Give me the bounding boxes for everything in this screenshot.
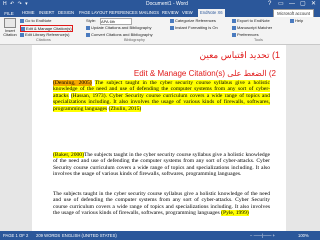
title-bar: H ↶ ↷ ▾ Document1 - Word ? ▭ — ▢ ✕ <box>0 0 320 9</box>
update-icon <box>86 25 90 30</box>
window-title: Document1 - Word <box>146 1 188 7</box>
tab-file[interactable]: FILE <box>0 9 18 17</box>
preferences-label: Preferences <box>237 32 259 37</box>
group-label-tools: Tools <box>254 38 263 42</box>
style-label: Style: <box>86 18 97 23</box>
library-icon <box>20 32 24 37</box>
manuscript-label: Manuscript Matcher <box>237 25 273 30</box>
edit-manage-citations-label: Edit & Manage Citation(s) <box>26 26 72 31</box>
tab-home[interactable]: HOME <box>22 10 35 15</box>
tab-view[interactable]: VIEW <box>182 10 193 15</box>
tab-review[interactable]: REVIEW <box>162 10 179 15</box>
paragraph-1[interactable]: (Denning, 2005) The subject taught in th… <box>53 80 270 112</box>
manuscript-icon <box>232 25 236 30</box>
preferences-button[interactable]: Preferences <box>232 32 259 37</box>
document-margin-right <box>286 45 320 231</box>
help-book-icon <box>290 18 294 23</box>
insert-citation-button[interactable]: Insert Citation <box>2 18 18 37</box>
citation-pyle[interactable]: (Pyle, 1999) <box>221 210 249 217</box>
instant-formatting-button[interactable]: Instant Formatting is On <box>170 25 218 30</box>
zoom-slider[interactable]: − ——|—— + <box>250 233 275 238</box>
minimize-icon[interactable]: — <box>289 1 295 7</box>
edit-manage-citations-button[interactable]: Edit & Manage Citation(s) <box>20 25 73 32</box>
convert-citations-button[interactable]: Convert Citations and Bibliography <box>86 32 153 37</box>
document-margin-left <box>0 45 32 231</box>
convert-icon <box>86 32 90 37</box>
quick-access-toolbar[interactable]: H ↶ ↷ ▾ <box>3 1 29 7</box>
help-label: Help <box>295 18 304 23</box>
export-endnote-label: Export to EndNote <box>237 18 270 23</box>
tab-design[interactable]: DESIGN <box>58 10 74 15</box>
help-icon[interactable]: ? <box>268 1 271 7</box>
export-endnote-button[interactable]: Export to EndNote <box>232 18 270 23</box>
zoom-level[interactable]: 100% <box>298 233 309 238</box>
style-dropdown[interactable]: APA 6th <box>100 18 132 25</box>
categorize-references-button[interactable]: Categorize References <box>170 18 216 23</box>
tab-references[interactable]: REFERENCES <box>109 10 138 15</box>
citation-zhulin[interactable]: (Zhulin, 2015) <box>108 105 142 112</box>
maximize-icon[interactable]: ▢ <box>300 1 306 7</box>
annotation-step-1: 1) تحديد اقتباس معين <box>199 50 280 60</box>
ribbon-display-icon[interactable]: ▭ <box>278 1 284 7</box>
go-to-endnote-button[interactable]: Go to EndNote <box>20 18 51 23</box>
convert-citations-label: Convert Citations and Bibliography <box>91 32 153 37</box>
word-count[interactable]: 209 WORDS <box>36 233 60 238</box>
endnote-icon <box>20 18 24 23</box>
status-bar: PAGE 1 OF 2 209 WORDS ENGLISH (UNITED ST… <box>0 231 320 240</box>
manuscript-matcher-button[interactable]: Manuscript Matcher <box>232 25 272 30</box>
group-label-citations: Citations <box>36 38 51 42</box>
update-citations-label: Update Citations and Bibliography <box>91 25 152 30</box>
format-icon <box>170 25 174 30</box>
go-to-endnote-label: Go to EndNote <box>25 18 52 23</box>
categorize-label: Categorize References <box>175 18 216 23</box>
ribbon-tab-bar: FILE HOME INSERT DESIGN PAGE LAYOUT REFE… <box>0 9 320 17</box>
group-label-bibliography: Bibliography <box>124 38 145 42</box>
close-icon[interactable]: ✕ <box>311 1 316 7</box>
instant-formatting-label: Instant Formatting is On <box>175 25 218 30</box>
edit-library-reference-button[interactable]: Edit Library Reference(s) <box>20 32 69 37</box>
edit-library-label: Edit Library Reference(s) <box>25 32 70 37</box>
tab-endnote[interactable]: EndNote X6 <box>198 9 225 17</box>
citation-hassan[interactable]: (Hassan, 1973) <box>70 92 106 99</box>
update-citations-button[interactable]: Update Citations and Bibliography <box>86 25 151 30</box>
language-indicator[interactable]: ENGLISH (UNITED STATES) <box>62 233 117 238</box>
categorize-icon <box>170 18 174 23</box>
insert-citation-label: Insert Citation <box>3 28 17 37</box>
help-button[interactable]: Help <box>290 18 303 23</box>
paragraph-2-text: The subjects taught in the cyber securit… <box>53 152 271 178</box>
tab-insert[interactable]: INSERT <box>39 10 54 15</box>
page-indicator[interactable]: PAGE 1 OF 2 <box>3 233 28 238</box>
export-icon <box>232 18 236 23</box>
paragraph-3[interactable]: The subjects taught in the cyber securit… <box>53 191 270 217</box>
preferences-icon <box>232 32 236 37</box>
annotation-step-2: 2) الضغط على Edit & Manage Citation(s) <box>133 69 276 78</box>
paragraph-2[interactable]: (Baker, 2000)The subjects taught in the … <box>53 152 270 178</box>
insert-citation-icon <box>4 18 16 28</box>
tab-mailings[interactable]: MAILINGS <box>139 10 159 15</box>
tab-page-layout[interactable]: PAGE LAYOUT <box>79 10 108 15</box>
edit-citation-icon <box>21 26 25 31</box>
